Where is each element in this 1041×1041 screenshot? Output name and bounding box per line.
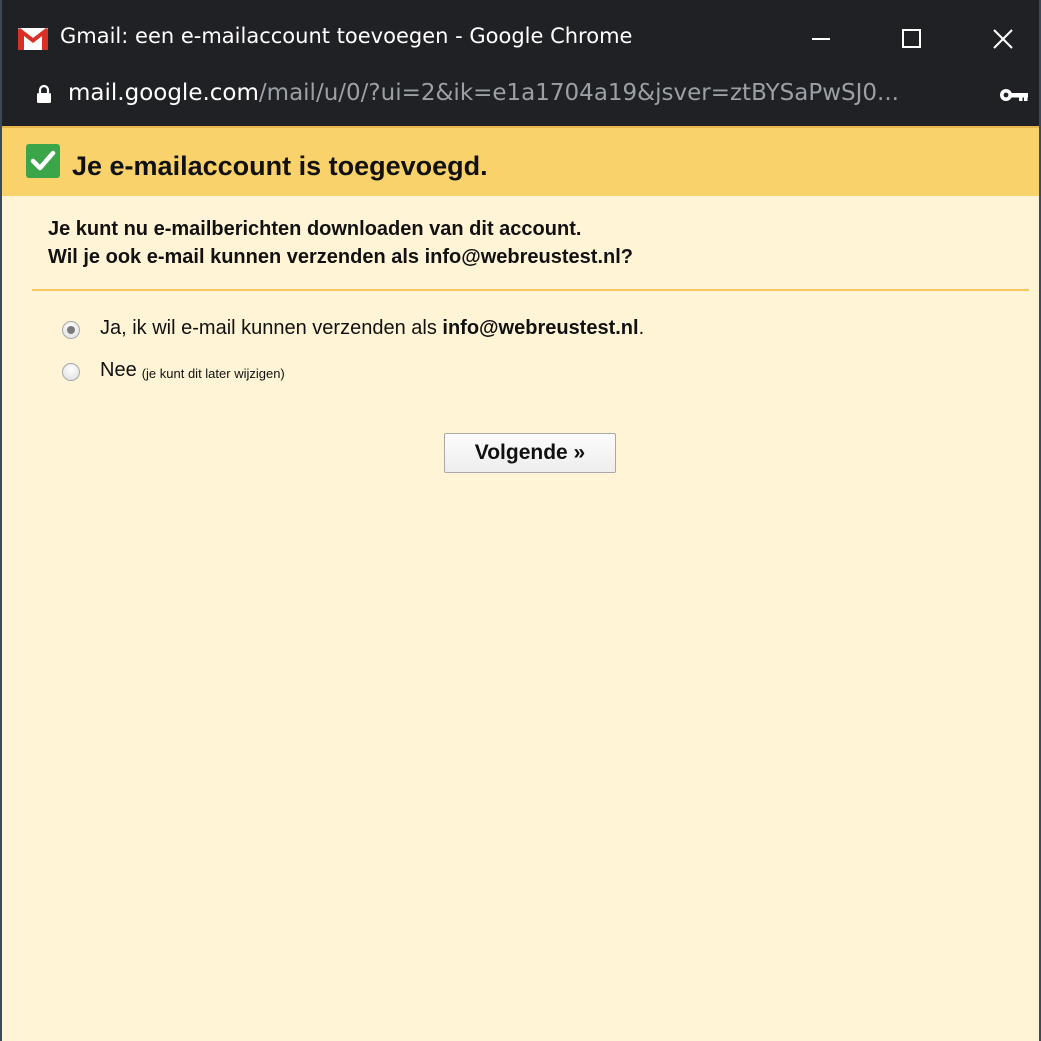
minimize-button[interactable] (796, 14, 846, 64)
url-text[interactable]: mail.google.com/mail/u/0/?ui=2&ik=e1a170… (68, 80, 899, 106)
chrome-popup-window: Gmail: een e-mailaccount toevoegen - Goo… (0, 0, 1041, 1041)
lock-icon (37, 84, 51, 103)
maximize-icon (902, 29, 921, 48)
option-yes-email: info@webreustest.nl (442, 316, 639, 339)
close-icon (993, 29, 1013, 49)
divider (32, 289, 1029, 291)
intro-line-2: Wil je ook e-mail kunnen verzenden als i… (48, 246, 633, 268)
option-no-label: Nee (100, 358, 137, 381)
option-no-note: (je kunt dit later wijzigen) (141, 365, 285, 381)
window-title: Gmail: een e-mailaccount toevoegen - Goo… (60, 24, 633, 48)
close-button[interactable] (978, 14, 1028, 64)
intro-line-1: Je kunt nu e-mailberichten downloaden va… (48, 218, 582, 240)
next-button[interactable]: Volgende » (444, 433, 616, 473)
option-no[interactable]: Nee (je kunt dit later wijzigen) (62, 356, 285, 384)
intro-text: Je kunt nu e-mailberichten downloaden va… (48, 215, 633, 271)
radio-yes[interactable] (62, 321, 80, 339)
key-icon[interactable] (999, 88, 1029, 102)
banner-title: Je e-mailaccount is toegevoegd. (72, 151, 488, 181)
maximize-button[interactable] (887, 14, 937, 64)
option-yes-label: Ja, ik wil e-mail kunnen verzenden als i… (100, 317, 644, 340)
option-yes-suffix: . (638, 316, 645, 339)
title-bar: Gmail: een e-mailaccount toevoegen - Goo… (2, 0, 1039, 76)
radio-no[interactable] (62, 363, 80, 381)
option-yes-prefix: Ja, ik wil e-mail kunnen verzenden als (100, 316, 443, 339)
url-host: mail.google.com (68, 80, 259, 106)
gmail-icon (18, 28, 48, 50)
check-icon (26, 144, 60, 178)
url-path: /mail/u/0/?ui=2&ik=e1a1704a19&jsver=ztBY… (258, 80, 899, 106)
minimize-icon (812, 38, 830, 40)
option-yes[interactable]: Ja, ik wil e-mail kunnen verzenden als i… (62, 314, 644, 342)
